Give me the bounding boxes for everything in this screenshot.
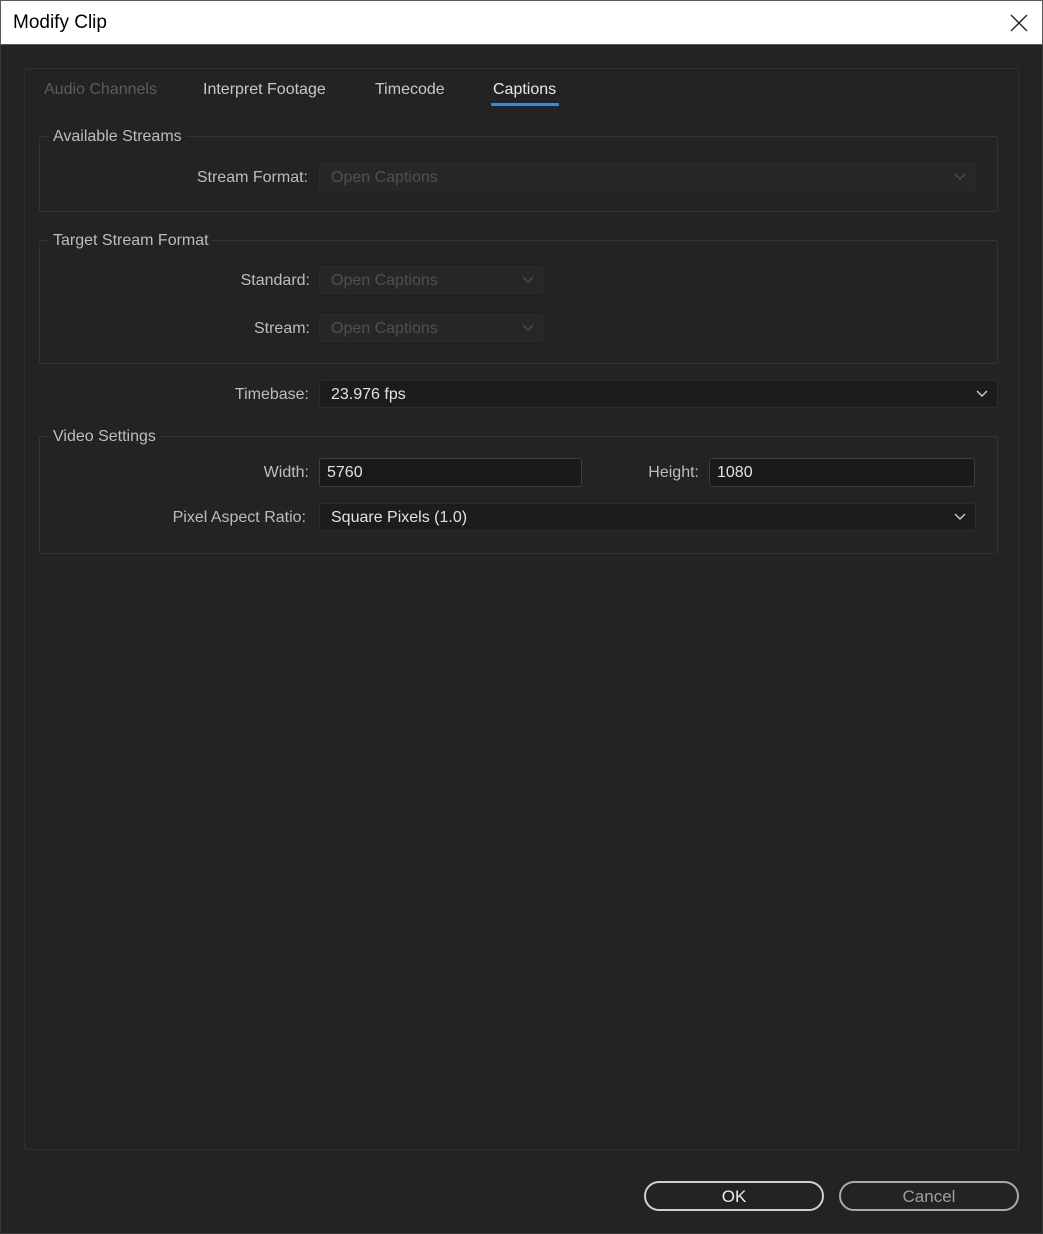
chevron-down-icon (522, 324, 534, 331)
pixel-aspect-ratio-label: Pixel Aspect Ratio: (172, 509, 306, 526)
standard-select: Open Captions (319, 266, 544, 294)
title-bar: Modify Clip (0, 0, 1043, 45)
pixel-aspect-ratio-value: Square Pixels (1.0) (331, 509, 468, 526)
stream-value: Open Captions (331, 320, 438, 337)
active-tab-indicator (491, 103, 559, 106)
content-panel (24, 68, 1019, 1150)
timebase-label: Timebase: (234, 386, 309, 403)
stream-select: Open Captions (319, 314, 544, 342)
height-label: Height: (648, 464, 699, 481)
standard-value: Open Captions (331, 272, 438, 289)
close-button[interactable] (996, 1, 1042, 45)
cancel-button[interactable]: Cancel (839, 1181, 1019, 1211)
close-icon (1010, 14, 1028, 32)
tab-timecode[interactable]: Timecode (375, 81, 445, 99)
width-field[interactable]: 5760 (319, 458, 582, 487)
stream-label: Stream: (253, 320, 310, 337)
pixel-aspect-ratio-select[interactable]: Square Pixels (1.0) (319, 503, 976, 531)
tab-interpret-footage[interactable]: Interpret Footage (203, 81, 326, 99)
chevron-down-icon (522, 276, 534, 283)
ok-button[interactable]: OK (644, 1181, 824, 1211)
standard-label: Standard: (240, 272, 310, 289)
window-title: Modify Clip (13, 12, 107, 33)
stream-format-select: Open Captions (319, 163, 976, 191)
target-stream-format-group (39, 240, 998, 364)
stream-format-label: Stream Format: (196, 169, 308, 186)
chevron-down-icon (954, 513, 966, 520)
chevron-down-icon (954, 173, 966, 180)
tab-audio-channels: Audio Channels (44, 81, 157, 98)
tab-captions[interactable]: Captions (493, 81, 556, 99)
width-label: Width: (263, 464, 309, 481)
video-settings-title: Video Settings (49, 428, 160, 446)
stream-format-value: Open Captions (331, 169, 438, 186)
timebase-select[interactable]: 23.976 fps (319, 380, 998, 408)
target-stream-format-title: Target Stream Format (49, 232, 213, 250)
video-settings-group (39, 436, 998, 554)
chevron-down-icon (976, 390, 988, 397)
timebase-value: 23.976 fps (331, 386, 406, 403)
height-field[interactable]: 1080 (709, 458, 975, 487)
available-streams-title: Available Streams (49, 128, 186, 146)
